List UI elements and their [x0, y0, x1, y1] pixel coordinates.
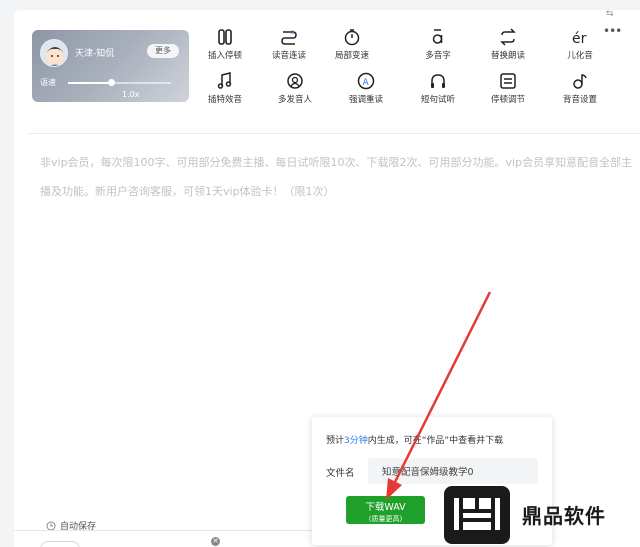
replace-read-tool[interactable]: 替换朗读 — [480, 28, 536, 62]
clock-icon — [46, 521, 56, 530]
swap-icon[interactable]: ⇆ — [606, 9, 614, 19]
speed-label: 语速 — [40, 78, 56, 87]
pause-adjust-tool[interactable]: 停顿调节 — [480, 72, 536, 106]
erhua-icon: ér — [572, 31, 587, 46]
more-voices-button[interactable]: 更多 — [147, 44, 179, 58]
erhua-tool[interactable]: ér 儿化音 — [552, 28, 608, 62]
replace-icon — [500, 28, 516, 46]
speed-value: 1.0x — [122, 90, 140, 99]
replace-read-label: 替换朗读 — [490, 51, 525, 61]
insert-pause-label: 插入停顿 — [207, 51, 242, 61]
link-read-tool[interactable]: a 读音连读 — [261, 28, 317, 62]
link-read-label: 读音连读 — [271, 51, 306, 61]
multi-speaker-label: 多发音人 — [277, 95, 312, 105]
multi-speaker-icon — [287, 73, 303, 89]
emphasis-icon: A — [357, 72, 375, 90]
sound-effect-label: 插特效音 — [207, 95, 242, 105]
erhua-label: 儿化音 — [567, 51, 593, 61]
multi-speaker-tool[interactable]: 多发音人 — [267, 72, 323, 106]
short-listen-label: 短句试听 — [420, 95, 455, 105]
info-prefix: 预计 — [326, 436, 345, 446]
voice-avatar — [40, 39, 68, 67]
polyphone-label: 多音字 — [425, 51, 451, 61]
svg-text:A: A — [363, 78, 370, 88]
emphasis-label: 强调重读 — [348, 95, 383, 105]
generation-info: 预计3分钟内生成，可在“作品”中查看并下载 — [326, 433, 503, 446]
pause-icon — [218, 29, 232, 45]
voice-name: 天津-知侃 — [75, 49, 115, 59]
voice-card[interactable]: 天津-知侃 更多 语速 1.0x — [32, 30, 189, 102]
link-read-icon: a — [281, 29, 297, 45]
download-wav-button[interactable]: 下载WAV (质量更高) — [346, 496, 425, 524]
polyphone-icon — [432, 29, 443, 44]
local-speed-tool[interactable]: 局部变速 — [324, 28, 380, 62]
info-time: 3分钟 — [344, 436, 368, 446]
speed-icon — [344, 29, 360, 46]
close-icon[interactable]: ✕ — [211, 537, 220, 546]
music-note-icon — [217, 72, 232, 89]
filename-label: 文件名 — [326, 468, 355, 479]
insert-pause-tool[interactable]: 插入停顿 — [197, 28, 253, 62]
speed-slider-fill — [68, 82, 112, 84]
filename-input[interactable] — [368, 458, 538, 484]
sound-effect-tool[interactable]: 插特效音 — [197, 72, 253, 106]
download-wav-sublabel: (质量更高) — [368, 515, 403, 523]
watermark-logo: 鼎品软件 — [438, 482, 640, 547]
logo-mark-icon — [444, 485, 510, 544]
bgm-tool[interactable]: 背音设置 — [552, 72, 608, 106]
speed-slider[interactable] — [68, 79, 171, 86]
svg-text:ér: ér — [572, 31, 587, 46]
polyphone-tool[interactable]: 多音字 — [410, 28, 466, 62]
watermark-text: 鼎品软件 — [522, 504, 606, 528]
download-wav-label: 下载WAV — [365, 502, 406, 513]
headphone-icon — [431, 74, 445, 88]
bgm-label: 背音设置 — [562, 95, 597, 105]
speed-slider-thumb[interactable] — [108, 79, 116, 86]
local-speed-label: 局部变速 — [334, 51, 369, 61]
editor-textarea[interactable]: 非vip会员，每次限100字、可用部分免费主播、每日试听限10次、下载限2次、可… — [40, 148, 640, 206]
more-icon[interactable]: ••• — [603, 24, 622, 38]
pause-adjust-label: 停顿调节 — [490, 95, 525, 105]
pause-adjust-icon — [500, 73, 516, 89]
info-suffix: 内生成，可在“作品”中查看并下载 — [367, 436, 504, 446]
emphasis-tool[interactable]: A 强调重读 — [338, 72, 394, 106]
short-listen-tool[interactable]: 短句试听 — [410, 72, 466, 106]
bgm-icon — [573, 74, 587, 89]
toolbar-divider — [28, 133, 640, 134]
chat-bubble[interactable] — [40, 541, 80, 547]
svg-text:a: a — [291, 29, 295, 36]
